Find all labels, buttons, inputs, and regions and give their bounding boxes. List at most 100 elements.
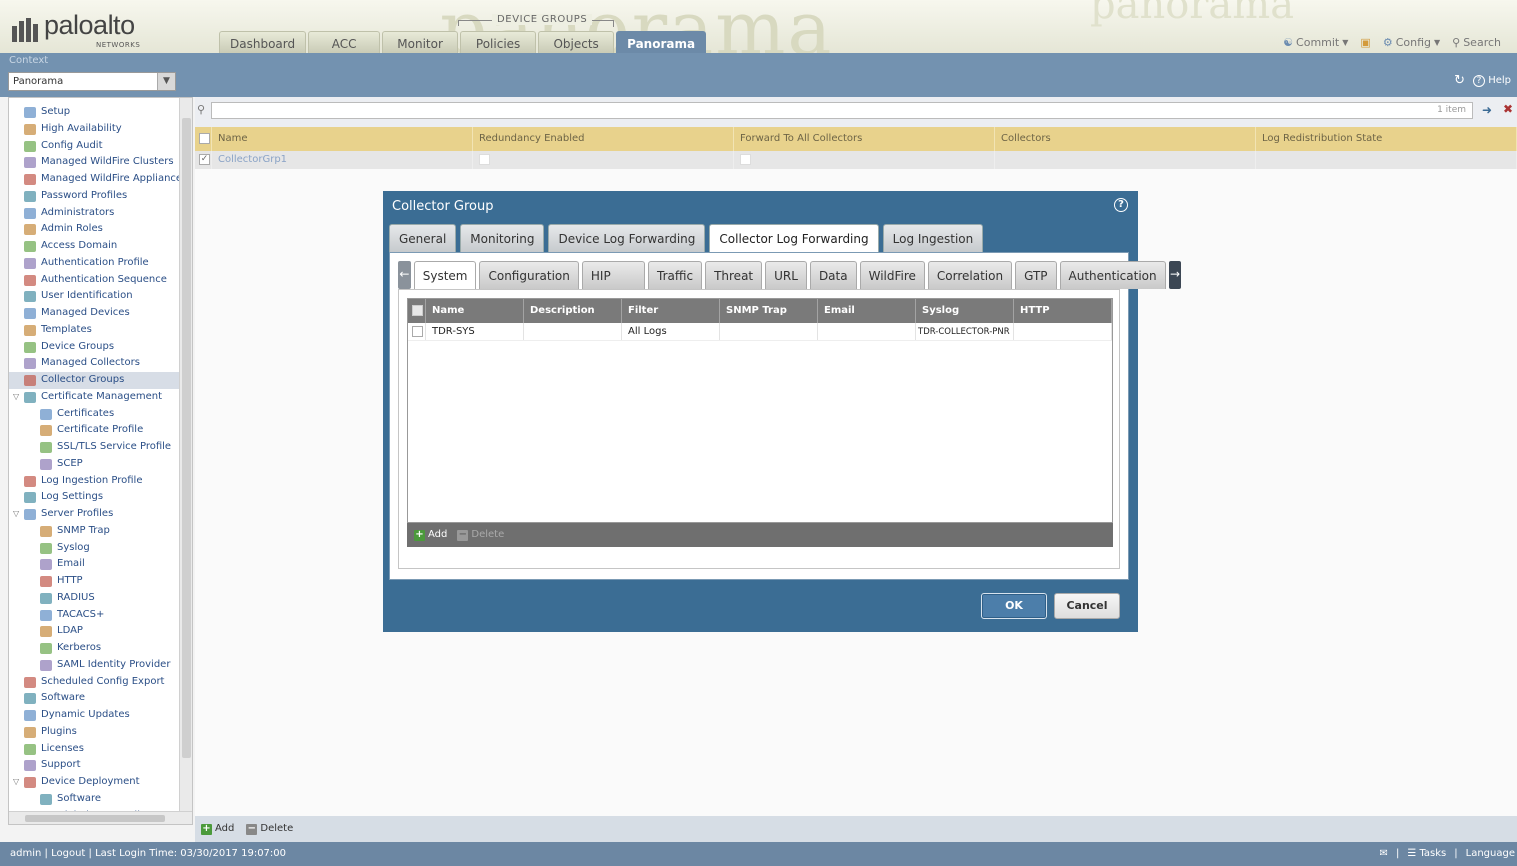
tab-log-ingestion[interactable]: Log Ingestion [882, 224, 984, 252]
delete-button[interactable]: − Delete [246, 823, 293, 835]
sidebar-horizontal-scrollbar[interactable] [9, 811, 192, 824]
col-snmp-trap[interactable]: SNMP Trap [720, 299, 818, 323]
subtab-wildfire[interactable]: WildFire [859, 261, 925, 289]
logout-link[interactable]: Logout [51, 848, 85, 859]
sidebar-item[interactable]: Software [9, 791, 185, 808]
col-http[interactable]: HTTP [1014, 299, 1112, 323]
sidebar-item[interactable]: Log Settings [9, 489, 185, 506]
sidebar-item[interactable]: SSL/TLS Service Profile [9, 439, 185, 456]
select-all-checkbox[interactable] [412, 304, 423, 316]
sidebar-item[interactable]: Authentication Profile [9, 255, 185, 272]
help-button[interactable]: ? Help [1473, 74, 1511, 87]
row-checkbox[interactable] [412, 325, 423, 337]
sidebar-item[interactable]: Syslog [9, 540, 185, 557]
sidebar-item[interactable]: Managed Devices [9, 305, 185, 322]
subtab-system[interactable]: System [413, 261, 477, 289]
subtab-data[interactable]: Data [809, 261, 857, 289]
config-button[interactable]: ⚙ Config ▼ [1383, 36, 1440, 49]
sidebar-item[interactable]: Licenses [9, 741, 185, 758]
tab-device-log-forwarding[interactable]: Device Log Forwarding [548, 224, 706, 252]
col-filter[interactable]: Filter [622, 299, 720, 323]
mail-icon[interactable]: ✉ [1380, 842, 1388, 866]
cell-name[interactable]: TDR-SYS [426, 323, 524, 340]
scroll-right-icon[interactable]: → [1168, 261, 1182, 289]
sidebar-item[interactable]: Access Domain [9, 238, 185, 255]
expand-toggle-icon[interactable]: ▽ [13, 506, 19, 523]
apply-filter-icon[interactable]: ➜ [1482, 103, 1492, 117]
cancel-button[interactable]: Cancel [1054, 593, 1120, 619]
sidebar-item[interactable]: Certificates [9, 406, 185, 423]
sidebar-item[interactable]: Managed WildFire Appliances [9, 171, 187, 188]
col-forward-to-all[interactable]: Forward To All Collectors [734, 127, 995, 151]
sidebar-item[interactable]: ▽ Device Deployment [9, 774, 185, 791]
subtab-configuration[interactable]: Configuration [479, 261, 579, 289]
filter-input[interactable]: 1 item [211, 102, 1473, 119]
expand-toggle-icon[interactable]: ▽ [13, 389, 19, 406]
col-email[interactable]: Email [818, 299, 916, 323]
refresh-icon[interactable]: ↻ [1454, 73, 1465, 88]
subtab-url[interactable]: URL [765, 261, 807, 289]
tab-general[interactable]: General [389, 224, 457, 252]
sidebar-item[interactable]: Email [9, 556, 185, 573]
tab-policies[interactable]: Policies [460, 31, 537, 53]
sidebar-item[interactable]: LDAP [9, 623, 185, 640]
sidebar-item[interactable]: SCEP [9, 456, 185, 473]
col-name[interactable]: Name [212, 127, 473, 151]
tasks-button[interactable]: ☰ Tasks [1407, 842, 1446, 866]
add-button[interactable]: + Add [414, 529, 447, 541]
commit-button[interactable]: ☯ Commit ▼ [1283, 36, 1348, 49]
sidebar-item[interactable]: Device Groups [9, 339, 185, 356]
sidebar-item[interactable]: Scheduled Config Export [9, 674, 185, 691]
col-name[interactable]: Name [426, 299, 524, 323]
sidebar-item[interactable]: Managed Collectors [9, 355, 185, 372]
sidebar-item[interactable]: TACACS+ [9, 607, 185, 624]
clear-filter-icon[interactable]: ✖ [1503, 102, 1513, 116]
row-checkbox[interactable]: ✓ [199, 153, 210, 165]
tab-objects[interactable]: Objects [538, 31, 615, 53]
subtab-gtp[interactable]: GTP [1015, 261, 1057, 289]
scrollbar-thumb[interactable] [182, 118, 191, 758]
tab-panorama[interactable]: Panorama [616, 31, 707, 53]
sidebar-item[interactable]: SAML Identity Provider [9, 657, 185, 674]
sidebar-item[interactable]: Authentication Sequence [9, 272, 185, 289]
table-row[interactable]: ✓ CollectorGrp1 [195, 151, 1517, 169]
sidebar-vertical-scrollbar[interactable] [179, 98, 192, 811]
sidebar-item[interactable]: Administrators [9, 205, 185, 222]
scrollbar-thumb[interactable] [25, 815, 165, 822]
tab-monitoring[interactable]: Monitoring [460, 224, 545, 252]
context-select[interactable]: Panorama ▼ [8, 72, 176, 91]
help-icon[interactable]: ? [1114, 198, 1128, 212]
delete-button[interactable]: − Delete [457, 529, 504, 541]
sidebar-item[interactable]: HTTP [9, 573, 185, 590]
sidebar-item[interactable]: ▽ Certificate Management [9, 389, 185, 406]
scroll-left-icon[interactable]: ← [398, 261, 411, 289]
sidebar-item[interactable]: Managed WildFire Clusters [9, 154, 185, 171]
search-button[interactable]: ⚲ Search [1452, 36, 1501, 49]
subtab-authentication[interactable]: Authentication [1059, 261, 1166, 289]
expand-toggle-icon[interactable]: ▽ [13, 774, 19, 791]
sidebar-item[interactable]: Collector Groups [9, 372, 185, 389]
tab-monitor[interactable]: Monitor [382, 31, 459, 53]
subtab-hip-match[interactable]: HIP Match [581, 261, 646, 311]
sidebar-item[interactable]: Setup [9, 104, 185, 121]
add-button[interactable]: + Add [201, 823, 234, 835]
sidebar-item[interactable]: High Availability [9, 121, 185, 138]
col-description[interactable]: Description [524, 299, 622, 323]
sidebar-item[interactable]: Templates [9, 322, 185, 339]
sidebar-item[interactable]: Plugins [9, 724, 185, 741]
col-syslog[interactable]: Syslog [916, 299, 1014, 323]
sidebar-item[interactable]: Admin Roles [9, 221, 185, 238]
col-redundancy-enabled[interactable]: Redundancy Enabled [473, 127, 734, 151]
sidebar-item[interactable]: Software [9, 690, 185, 707]
tab-collector-log-forwarding[interactable]: Collector Log Forwarding [709, 224, 879, 252]
lock-button[interactable]: ▣ [1360, 36, 1370, 49]
sidebar-item[interactable]: Dynamic Updates [9, 707, 185, 724]
sidebar-item[interactable]: RADIUS [9, 590, 185, 607]
table-row[interactable]: TDR-SYS All Logs TDR-COLLECTOR-PNR [408, 323, 1112, 341]
sidebar-item[interactable]: Password Profiles [9, 188, 185, 205]
select-all-checkbox[interactable] [199, 132, 210, 144]
sidebar-item[interactable]: SNMP Trap [9, 523, 185, 540]
sidebar-item[interactable]: Support [9, 757, 185, 774]
tab-acc[interactable]: ACC [308, 31, 381, 53]
subtab-threat[interactable]: Threat [705, 261, 763, 289]
